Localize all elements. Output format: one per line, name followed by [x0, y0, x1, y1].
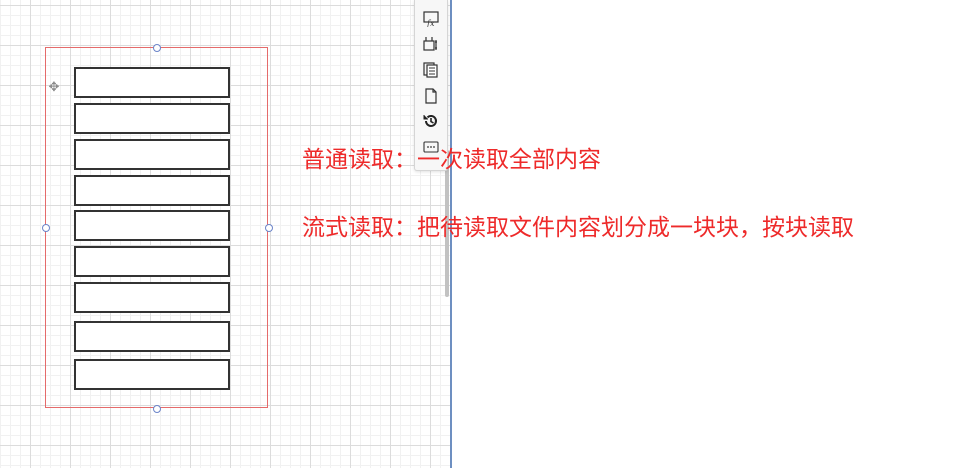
- file-chunk-block[interactable]: [74, 67, 230, 98]
- file-chunk-block[interactable]: [74, 175, 230, 206]
- file-chunk-block[interactable]: [74, 210, 230, 241]
- file-chunk-block[interactable]: [74, 139, 230, 170]
- copy-icon[interactable]: [422, 61, 440, 79]
- page-icon[interactable]: [422, 87, 440, 105]
- resize-handle-top[interactable]: [153, 44, 161, 52]
- edit-geometry-icon[interactable]: [422, 35, 440, 53]
- edit-style-icon[interactable]: fx: [422, 10, 440, 28]
- file-chunk-block[interactable]: [74, 246, 230, 277]
- resize-handle-right[interactable]: [265, 224, 273, 232]
- file-chunk-block[interactable]: [74, 103, 230, 134]
- resize-handle-bottom[interactable]: [153, 405, 161, 413]
- normal-read-note: 普通读取：一次读取全部内容: [302, 147, 601, 173]
- file-chunk-block[interactable]: [74, 359, 230, 390]
- history-icon[interactable]: [422, 112, 440, 130]
- file-chunk-block[interactable]: [74, 321, 230, 352]
- stream-read-note: 流式读取：把待读取文件内容划分成一块块，按块读取: [302, 215, 854, 241]
- file-chunk-block[interactable]: [74, 282, 230, 313]
- move-icon[interactable]: ✥: [47, 81, 61, 95]
- resize-handle-left[interactable]: [42, 224, 50, 232]
- svg-text:fx: fx: [426, 19, 435, 27]
